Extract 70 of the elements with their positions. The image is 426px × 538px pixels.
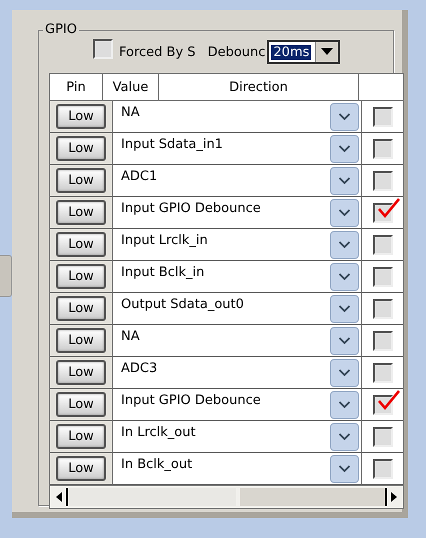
pin-value-button[interactable]: Low [56,168,106,193]
pin-value-button[interactable]: Low [56,200,106,225]
direction-text: Input Lrclk_in [121,233,208,248]
chevron-down-icon [338,433,351,441]
chevron-down-icon [338,305,351,313]
row-checkbox[interactable] [372,234,392,254]
direction-text: In Lrclk_out [121,425,196,440]
chevron-down-icon [338,113,351,121]
horizontal-scrollbar[interactable] [50,485,403,508]
chevron-down-icon [338,273,351,281]
chevron-down-icon [338,465,351,473]
debounce-dropdown[interactable]: 20ms [267,40,340,64]
direction-dropdown-button[interactable] [330,359,359,387]
column-header[interactable]: Value [103,74,159,100]
forced-label: Forced By S [119,44,196,60]
chevron-down-icon [338,369,351,377]
row-checkbox[interactable] [372,298,392,318]
column-header[interactable]: Direction [159,74,359,100]
scroll-right-icon[interactable] [391,492,397,502]
direction-dropdown-button[interactable] [330,391,359,419]
direction-dropdown-button[interactable] [330,263,359,291]
direction-text: NA [121,329,140,344]
pin-value-button[interactable]: Low [56,104,106,129]
direction-text: Input GPIO Debounce [121,201,261,216]
row-checkbox[interactable] [372,362,392,382]
row-checkbox[interactable] [372,458,392,478]
direction-dropdown-button[interactable] [330,327,359,355]
pin-value-button[interactable]: Low [56,456,106,481]
direction-dropdown-button[interactable] [330,423,359,451]
direction-text: In Bclk_out [121,457,192,472]
pin-value-button[interactable]: Low [56,136,106,161]
dropdown-arrow-icon [321,48,334,56]
row-checkbox[interactable] [372,426,392,446]
chevron-down-icon [338,177,351,185]
row-checkbox[interactable] [372,138,392,158]
direction-text: ADC1 [121,169,158,184]
direction-text: Input GPIO Debounce [121,393,261,408]
pin-value-button[interactable]: Low [56,360,106,385]
row-checkbox[interactable] [372,330,392,350]
pin-value-button[interactable]: Low [56,296,106,321]
chevron-down-icon [338,209,351,217]
direction-dropdown-button[interactable] [330,135,359,163]
chevron-down-icon [338,337,351,345]
row-checkbox[interactable] [372,106,392,126]
direction-dropdown-button[interactable] [330,455,359,483]
direction-text: NA [121,105,140,120]
pin-value-button[interactable]: Low [56,328,106,353]
chevron-down-icon [338,241,351,249]
pin-value-button[interactable]: Low [56,264,106,289]
debounce-label: Debounc [208,44,266,60]
direction-dropdown-button[interactable] [330,199,359,227]
row-checkbox[interactable] [372,170,392,190]
direction-dropdown-button[interactable] [330,167,359,195]
scroll-left-icon[interactable] [56,492,62,502]
scroll-thumb[interactable] [66,488,236,506]
forced-checkbox[interactable] [93,39,113,59]
direction-dropdown-button[interactable] [330,295,359,323]
pin-value-button[interactable]: Low [56,232,106,257]
pin-value-button[interactable]: Low [56,424,106,449]
direction-text: ADC3 [121,361,158,376]
direction-text: Input Bclk_in [121,265,204,280]
chevron-down-icon [338,401,351,409]
column-header[interactable]: Pin [50,74,103,100]
direction-dropdown-button[interactable] [330,103,359,131]
pin-value-button[interactable]: Low [56,392,106,417]
direction-dropdown-button[interactable] [330,231,359,259]
direction-text: Input Sdata_in1 [121,137,223,152]
direction-text: Output Sdata_out0 [121,297,244,312]
row-checkbox[interactable] [372,266,392,286]
chevron-down-icon [338,145,351,153]
